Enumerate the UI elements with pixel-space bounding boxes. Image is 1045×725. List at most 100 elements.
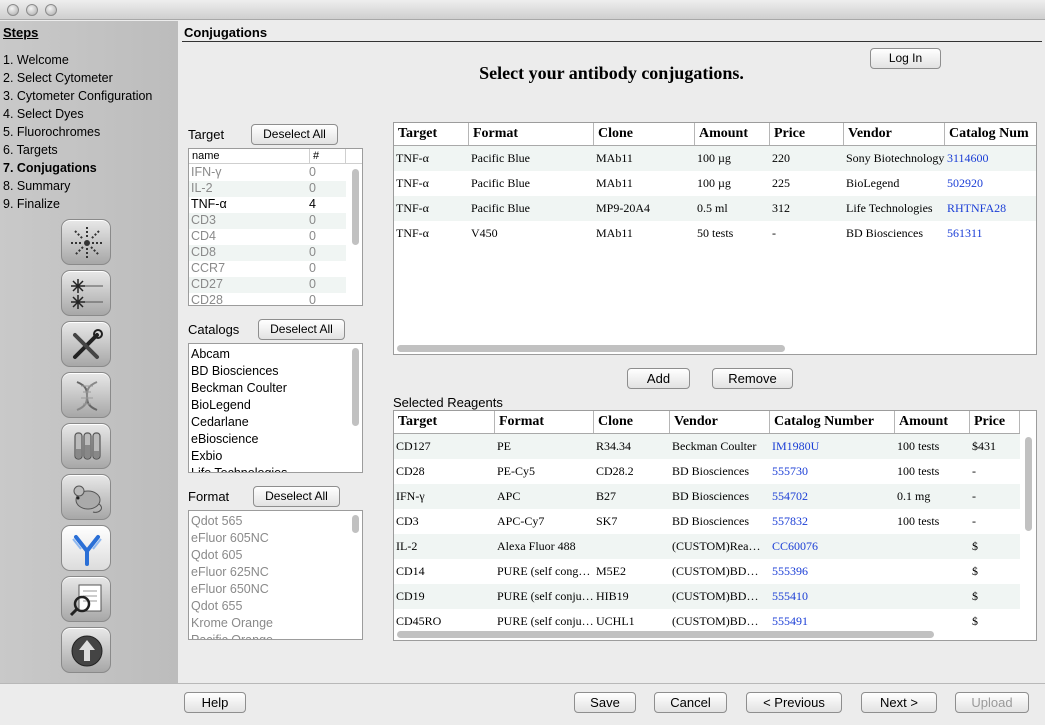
selected-table-vertical-scrollbar[interactable] — [1025, 437, 1032, 531]
column-header-format[interactable]: Format — [495, 411, 594, 433]
catalog-item[interactable]: Cedarlane — [191, 415, 249, 429]
format-item[interactable]: eFluor 650NC — [191, 582, 269, 596]
column-header-vendor[interactable]: Vendor — [844, 123, 945, 145]
help-button[interactable]: Help — [184, 692, 246, 713]
table-row[interactable]: CD19 PURE (self conju… HIB19 (CUSTOM)BD… 555… — [394, 584, 1020, 609]
nav-button-dna[interactable] — [61, 372, 111, 418]
table-cell: 0.1 mg — [897, 489, 931, 503]
table-row[interactable]: IL-2 Alexa Fluor 488 (CUSTOM)Rea… CC60076 $ — [394, 534, 1020, 559]
catalog-link[interactable]: 555396 — [770, 559, 895, 584]
catalog-item[interactable]: Beckman Coulter — [191, 381, 287, 395]
table-row[interactable]: IFN-γ APC B27 BD Biosciences 554702 0.1 mg - — [394, 484, 1020, 509]
table-row[interactable]: TNF-α Pacific Blue MP9-20A4 0.5 ml 312 Life T… — [394, 196, 1036, 221]
remove-button[interactable]: Remove — [712, 368, 793, 389]
catalog-link[interactable]: 561311 — [945, 221, 1036, 246]
catalogs-list-scrollbar[interactable] — [352, 348, 359, 426]
catalog-link[interactable]: CC60076 — [770, 534, 895, 559]
catalog-link[interactable]: 554702 — [770, 484, 895, 509]
nav-button-tools[interactable] — [61, 321, 111, 367]
catalog-item[interactable]: BioLegend — [191, 398, 251, 412]
format-item[interactable]: Pacific Orange — [191, 633, 273, 639]
target-col-count[interactable]: # — [313, 150, 319, 162]
target-list-scrollbar[interactable] — [352, 169, 359, 245]
upload-button[interactable]: Upload — [955, 692, 1029, 713]
results-table-horizontal-scrollbar[interactable] — [397, 345, 785, 352]
nav-button-cytometer[interactable] — [61, 219, 111, 265]
column-header-amount[interactable]: Amount — [895, 411, 970, 433]
format-item[interactable]: Krome Orange — [191, 616, 273, 630]
catalog-link[interactable]: 502920 — [945, 171, 1036, 196]
target-col-name[interactable]: name — [192, 150, 220, 162]
table-row[interactable]: CD3 APC-Cy7 SK7 BD Biosciences 557832 100 tes… — [394, 509, 1020, 534]
catalog-item[interactable]: Abcam — [191, 347, 230, 361]
conjugation-results-table[interactable]: Target Format Clone Amount Price Vendor Catalo… — [393, 122, 1037, 355]
nav-button-antibody[interactable] — [61, 525, 111, 571]
table-row[interactable]: TNF-α V450 MAb11 50 tests - BD Biosciences 561… — [394, 221, 1036, 246]
save-button[interactable]: Save — [574, 692, 636, 713]
nav-button-mouse[interactable] — [61, 474, 111, 520]
table-row[interactable]: CD28 PE-Cy5 CD28.2 BD Biosciences 555730 100 … — [394, 459, 1020, 484]
target-row[interactable]: CD27 0 — [189, 277, 346, 293]
minimize-window-button[interactable] — [26, 4, 38, 16]
target-row[interactable]: CCR7 0 — [189, 261, 346, 277]
add-button[interactable]: Add — [627, 368, 690, 389]
log-in-button[interactable]: Log In — [870, 48, 941, 69]
catalog-link[interactable]: 3114600 — [945, 146, 1036, 171]
column-header-clone[interactable]: Clone — [594, 411, 670, 433]
selected-table-horizontal-scrollbar[interactable] — [397, 631, 934, 638]
format-list[interactable]: Qdot 565 eFluor 605NC Qdot 605 eFluor 625NC… — [188, 510, 363, 640]
next-button[interactable]: Next > — [861, 692, 937, 713]
catalog-link[interactable]: 555730 — [770, 459, 895, 484]
close-window-button[interactable] — [7, 4, 19, 16]
format-item[interactable]: eFluor 625NC — [191, 565, 269, 579]
catalog-link[interactable]: RHTNFA28 — [945, 196, 1036, 221]
target-row[interactable]: TNF-α 4 — [189, 197, 346, 213]
nav-button-lasers[interactable] — [61, 270, 111, 316]
column-header-catalog-number[interactable]: Catalog Number — [770, 411, 895, 433]
format-item[interactable]: eFluor 605NC — [191, 531, 269, 545]
format-list-scrollbar[interactable] — [352, 515, 359, 533]
table-row[interactable]: TNF-α Pacific Blue MAb11 100 µg 225 BioLegend… — [394, 171, 1036, 196]
cancel-button[interactable]: Cancel — [654, 692, 727, 713]
catalog-link[interactable]: IM1980U — [770, 434, 895, 459]
column-header-vendor[interactable]: Vendor — [670, 411, 770, 433]
format-deselect-all-button[interactable]: Deselect All — [253, 486, 340, 507]
column-header-amount[interactable]: Amount — [695, 123, 770, 145]
nav-button-globe[interactable] — [61, 627, 111, 673]
column-header-target[interactable]: Target — [394, 123, 469, 145]
catalogs-deselect-all-button[interactable]: Deselect All — [258, 319, 345, 340]
format-item[interactable]: Qdot 655 — [191, 599, 242, 613]
catalog-item[interactable]: BD Biosciences — [191, 364, 279, 378]
catalogs-list[interactable]: Abcam BD Biosciences Beckman Coulter BioLeg… — [188, 343, 363, 473]
nav-button-test-tubes[interactable] — [61, 423, 111, 469]
target-row[interactable]: CD3 0 — [189, 213, 346, 229]
table-row[interactable]: CD14 PURE (self cong… M5E2 (CUSTOM)BD… 55539… — [394, 559, 1020, 584]
catalog-item[interactable]: Exbio — [191, 449, 222, 463]
target-deselect-all-button[interactable]: Deselect All — [251, 124, 338, 145]
table-row[interactable]: TNF-α Pacific Blue MAb11 100 µg 220 Sony Biot… — [394, 146, 1036, 171]
column-header-target[interactable]: Target — [394, 411, 495, 433]
target-list[interactable]: name # IFN-γ 0 IL-2 0 TNF-α 4 CD3 0 CD4 0 CD8 0 CCR7… — [188, 148, 363, 306]
catalog-item[interactable]: Life Technologies — [191, 466, 287, 472]
column-header-clone[interactable]: Clone — [594, 123, 695, 145]
column-header-format[interactable]: Format — [469, 123, 594, 145]
catalog-item[interactable]: eBioscience — [191, 432, 258, 446]
nav-button-report[interactable] — [61, 576, 111, 622]
catalog-link[interactable]: 555410 — [770, 584, 895, 609]
target-row[interactable]: IFN-γ 0 — [189, 165, 346, 181]
target-row[interactable]: IL-2 0 — [189, 181, 346, 197]
column-header-price[interactable]: Price — [970, 411, 1020, 433]
table-row[interactable]: CD127 PE R34.34 Beckman Coulter IM1980U 100 t… — [394, 434, 1020, 459]
zoom-window-button[interactable] — [45, 4, 57, 16]
step-item: 5. Fluorochromes — [3, 125, 101, 139]
previous-button[interactable]: < Previous — [746, 692, 842, 713]
target-row[interactable]: CD8 0 — [189, 245, 346, 261]
column-header-price[interactable]: Price — [770, 123, 844, 145]
column-header-catalog-num[interactable]: Catalog Num — [945, 123, 1036, 145]
format-item[interactable]: Qdot 605 — [191, 548, 242, 562]
selected-reagents-table[interactable]: Target Format Clone Vendor Catalog Number Amo… — [393, 410, 1037, 641]
target-row[interactable]: CD4 0 — [189, 229, 346, 245]
format-item[interactable]: Qdot 565 — [191, 514, 242, 528]
target-row[interactable]: CD28 0 — [189, 293, 346, 305]
catalog-link[interactable]: 557832 — [770, 509, 895, 534]
